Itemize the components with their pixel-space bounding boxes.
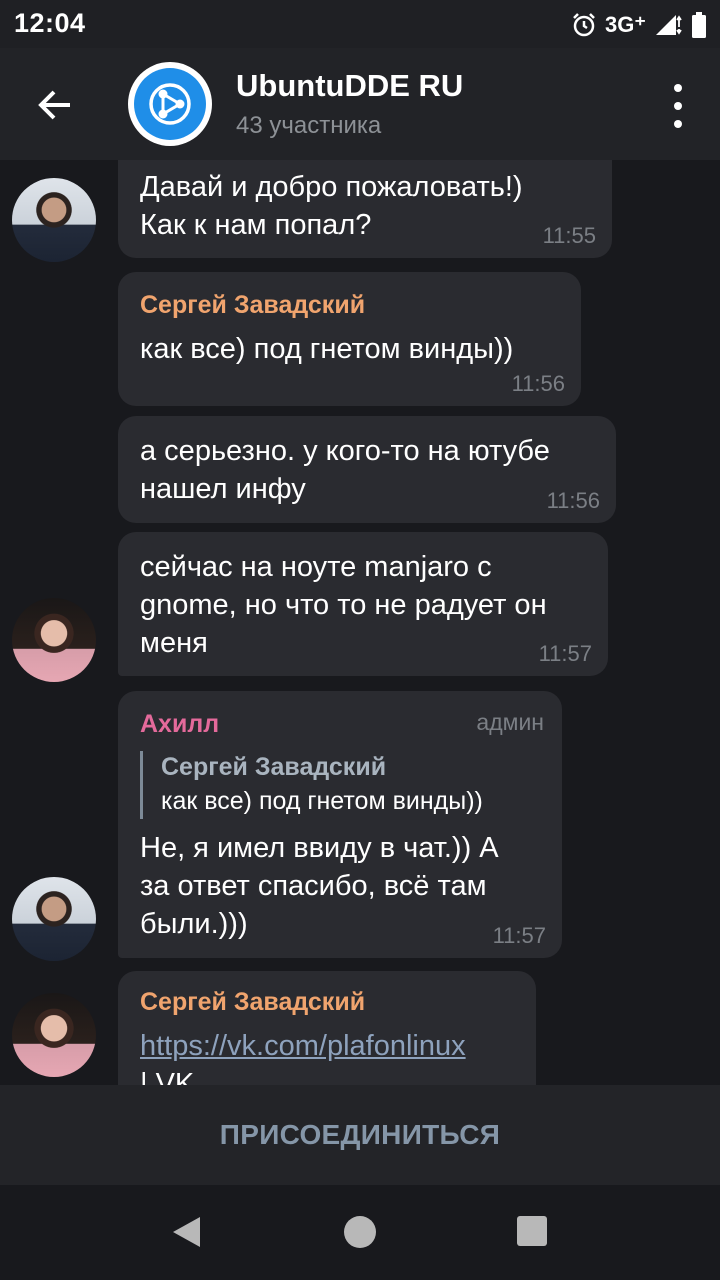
message-time: 11:56 xyxy=(546,488,600,513)
nav-back-icon[interactable] xyxy=(170,1215,202,1249)
network-type: 3G⁺ xyxy=(605,12,646,37)
reply-text: как все) под гнетом винды)) xyxy=(161,787,483,815)
chat-title[interactable]: UbuntuDDE RU xyxy=(236,68,463,104)
sender-name[interactable]: Сергей Завадский xyxy=(140,971,514,1019)
message-text: Давай и добро пожаловать!) Как к нам поп… xyxy=(140,171,523,241)
message-text: как все) под гнетом винды)) xyxy=(140,333,514,365)
signal-icon xyxy=(656,15,682,35)
message-time: 11:57 xyxy=(538,641,592,666)
message-time: 11:57 xyxy=(492,923,546,948)
share-network-icon xyxy=(149,83,191,125)
message-list[interactable]: Давай и добро пожаловать!) Как к нам поп… xyxy=(0,160,720,1085)
user-avatar[interactable] xyxy=(12,178,96,262)
message-text: | VK xyxy=(140,1068,195,1085)
join-bar[interactable]: ПРИСОЕДИНИТЬСЯ xyxy=(0,1085,720,1185)
member-count: 43 участника xyxy=(236,112,382,139)
message-time: 11:55 xyxy=(542,223,596,248)
navigation-bar xyxy=(0,1185,720,1280)
nav-home-icon[interactable] xyxy=(344,1216,376,1248)
message-text: а серьезно. у кого-то на ютубе нашел инф… xyxy=(140,435,550,505)
more-menu-button[interactable] xyxy=(666,84,690,128)
back-button[interactable] xyxy=(28,78,82,132)
user-avatar[interactable] xyxy=(12,993,96,1077)
message-bubble[interactable]: Ахилл админ Сергей Завадский как все) по… xyxy=(118,691,562,958)
more-vertical-icon xyxy=(674,84,682,92)
message-link[interactable]: https://vk.com/plafonlinux xyxy=(140,1019,514,1065)
channel-avatar[interactable] xyxy=(128,62,212,146)
user-avatar[interactable] xyxy=(12,598,96,682)
reply-quote[interactable]: Сергей Завадский как все) под гнетом вин… xyxy=(140,751,540,819)
message-time: 11:56 xyxy=(511,371,565,396)
status-icons: 3G⁺ xyxy=(571,10,706,40)
join-button[interactable]: ПРИСОЕДИНИТЬСЯ xyxy=(220,1119,500,1151)
alarm-clock-icon xyxy=(573,13,595,37)
battery-icon xyxy=(692,12,706,38)
reply-sender: Сергей Завадский xyxy=(161,753,387,781)
message-bubble[interactable]: а серьезно. у кого-то на ютубе нашел инф… xyxy=(118,416,616,523)
message-bubble[interactable]: Сергей Завадский https://vk.com/plafonli… xyxy=(118,971,536,1085)
nav-recents-icon[interactable] xyxy=(517,1216,547,1246)
arrow-left-icon xyxy=(38,90,70,120)
user-avatar[interactable] xyxy=(12,877,96,961)
status-bar: 12:04 3G⁺ xyxy=(0,0,720,48)
message-bubble[interactable]: Давай и добро пожаловать!) Как к нам поп… xyxy=(118,160,612,258)
message-bubble[interactable]: Сергей Завадский как все) под гнетом вин… xyxy=(118,272,581,406)
admin-badge: админ xyxy=(476,709,544,735)
sender-name[interactable]: Сергей Завадский xyxy=(140,272,559,322)
chat-header: UbuntuDDE RU 43 участника xyxy=(0,48,720,160)
message-text: сейчас на ноуте manjaro с gnome, но что … xyxy=(140,551,547,659)
message-bubble[interactable]: сейчас на ноуте manjaro с gnome, но что … xyxy=(118,532,608,676)
status-time: 12:04 xyxy=(14,8,86,38)
message-text: Не, я имел ввиду в чат.)) А за ответ спа… xyxy=(140,832,499,940)
